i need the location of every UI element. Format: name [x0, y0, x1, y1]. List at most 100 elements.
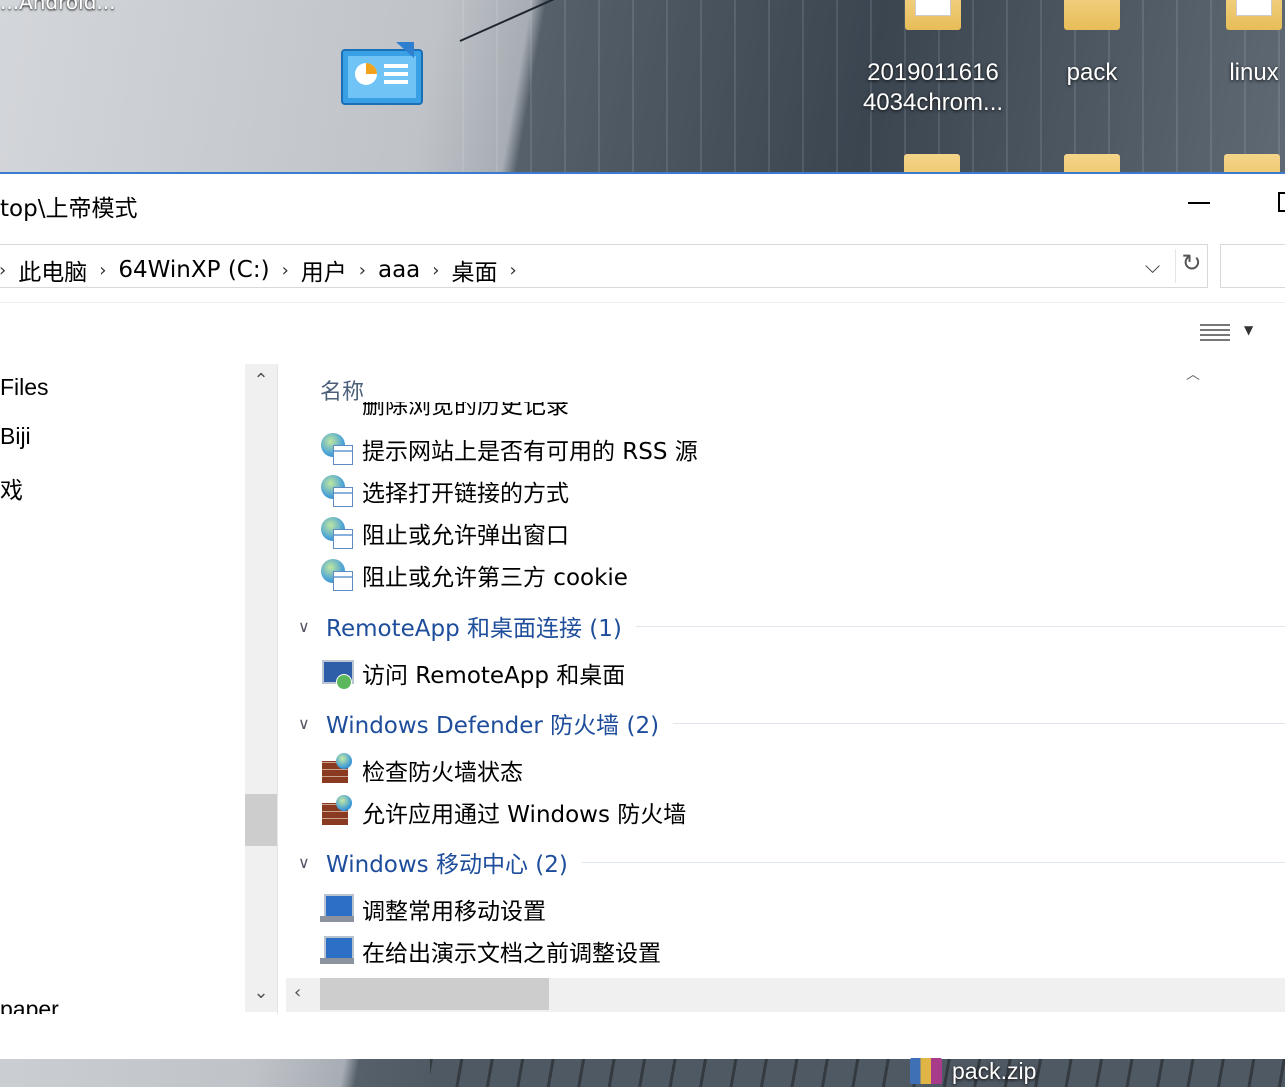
list-item[interactable]: 在给出演示文档之前调整设置 [320, 932, 661, 970]
breadcrumb-this-pc[interactable]: 此电脑 [6, 253, 99, 287]
internet-options-icon [320, 474, 354, 508]
desktop-icon-label: 2019011616 [867, 59, 999, 86]
details-view-icon[interactable] [1200, 321, 1230, 347]
scroll-thumb[interactable] [245, 794, 277, 846]
desktop-folder-partial[interactable] [1062, 154, 1122, 174]
list-item-label: 选择打开链接的方式 [362, 481, 569, 507]
list-item-label: 删除浏览的历史记录 [362, 402, 569, 419]
list-item-label: 在给出演示文档之前调整设置 [362, 941, 661, 967]
list-item-label: 检查防火墙状态 [362, 760, 523, 786]
desktop-folder-linux[interactable]: linux [1214, 0, 1285, 88]
mobility-center-icon [320, 934, 354, 968]
list-item-label: 访问 RemoteApp 和桌面 [362, 663, 626, 689]
scroll-up-icon[interactable]: ⌃ [245, 370, 277, 391]
breadcrumb: › 此电脑 › 64WinXP (C:) › 用户 › aaa › 桌面 › [0, 253, 517, 287]
control-panel-icon[interactable] [340, 40, 426, 106]
address-bar[interactable]: › 此电脑 › 64WinXP (C:) › 用户 › aaa › 桌面 › ⌵… [0, 244, 1208, 288]
group-header-label: RemoteApp 和桌面连接 (1) [326, 616, 622, 642]
content-area: Files Biji 戏 paper ⌃ ⌄ 名称 ︿ 删除浏览的历史记录 提示… [0, 364, 1285, 1014]
window-title: top\上帝模式 [0, 196, 138, 222]
group-header-remoteapp[interactable]: ∨ RemoteApp 和桌面连接 (1) [298, 606, 1285, 646]
archive-icon [910, 1058, 942, 1084]
chevron-down-icon[interactable]: ∨ [298, 714, 326, 733]
remote-desktop-icon [320, 656, 354, 690]
minimize-button[interactable] [1188, 202, 1210, 204]
list-item[interactable]: 调整常用移动设置 [320, 890, 546, 928]
chevron-right-icon[interactable]: › [282, 260, 289, 281]
explorer-window: top\上帝模式 › 此电脑 › 64WinXP (C:) › 用户 › aaa… [0, 172, 1285, 1059]
chevron-right-icon[interactable]: › [432, 260, 439, 281]
chevron-right-icon[interactable]: › [359, 260, 366, 281]
breadcrumb-drive-c[interactable]: 64WinXP (C:) [106, 257, 281, 283]
desktop-folder-chrome[interactable]: 2019011616 4034chrom... [855, 0, 1011, 118]
list-item-label: 允许应用通过 Windows 防火墙 [362, 802, 687, 828]
nav-item-game[interactable]: 戏 [0, 471, 23, 505]
group-divider [635, 625, 1285, 627]
list-item[interactable]: 删除浏览的历史记录 [320, 402, 820, 422]
folder-icon [1064, 0, 1120, 30]
folder-icon [1064, 154, 1120, 174]
list-item[interactable]: 阻止或允许弹出窗口 [320, 514, 569, 552]
caret-down-icon[interactable]: ▼ [1244, 323, 1253, 337]
desktop-zip-file[interactable]: pack.zip [910, 1056, 1036, 1086]
breadcrumb-desktop[interactable]: 桌面 [439, 253, 509, 287]
group-header-firewall[interactable]: ∨ Windows Defender 防火墙 (2) [298, 703, 1285, 743]
list-item-label: 阻止或允许第三方 cookie [362, 565, 628, 591]
address-row: › 此电脑 › 64WinXP (C:) › 用户 › aaa › 桌面 › ⌵… [0, 232, 1285, 302]
list-item-label: 提示网站上是否有可用的 RSS 源 [362, 439, 698, 465]
file-list: 名称 ︿ 删除浏览的历史记录 提示网站上是否有可用的 RSS 源 选择打开链接的… [286, 364, 1285, 1014]
breadcrumb-users[interactable]: 用户 [289, 253, 359, 287]
desktop-icon-label: 4034chrom... [862, 89, 1004, 116]
desktop-cut-text: ...Android... [0, 0, 116, 14]
desktop-folder-pack[interactable]: pack [1050, 0, 1134, 88]
group-header-label: Windows Defender 防火墙 (2) [326, 713, 660, 739]
group-divider [581, 861, 1285, 863]
refresh-icon[interactable]: ↻ [1175, 249, 1207, 283]
scroll-thumb[interactable] [320, 978, 549, 1010]
title-bar: top\上帝模式 [0, 174, 1285, 232]
mobility-center-icon [320, 892, 354, 926]
list-item-label: 阻止或允许弹出窗口 [362, 523, 569, 549]
list-item[interactable]: 选择打开链接的方式 [320, 472, 569, 510]
firewall-icon [320, 753, 354, 787]
internet-options-icon [320, 516, 354, 550]
breadcrumb-aaa[interactable]: aaa [366, 257, 432, 283]
sort-up-icon: ︿ [1186, 367, 1200, 383]
chevron-right-icon[interactable]: › [509, 260, 516, 281]
firewall-icon [320, 795, 354, 829]
list-item[interactable]: 检查防火墙状态 [320, 751, 523, 789]
nav-scrollbar[interactable]: ⌃ ⌄ [245, 364, 277, 1012]
wallpaper-bottom [430, 1058, 1285, 1087]
folder-icon [1224, 154, 1280, 174]
chevron-down-icon[interactable]: ⌵ [1145, 254, 1160, 278]
internet-options-icon [320, 432, 354, 466]
view-toolbar: ▼ [0, 302, 1285, 366]
scroll-left-icon[interactable]: ‹ [294, 982, 301, 1003]
search-input[interactable] [1220, 244, 1285, 288]
desktop-icon-label: pack.zip [952, 1057, 1037, 1084]
navigation-pane: Files Biji 戏 paper ⌃ ⌄ [0, 364, 278, 1014]
list-item[interactable]: 允许应用通过 Windows 防火墙 [320, 793, 686, 831]
desktop-icon-label: linux [1229, 59, 1279, 86]
chevron-down-icon[interactable]: ∨ [298, 853, 326, 872]
folder-icon [1226, 0, 1282, 30]
chevron-down-icon[interactable]: ∨ [298, 617, 326, 636]
desktop-folder-partial[interactable] [902, 154, 962, 174]
maximize-button[interactable] [1278, 192, 1285, 212]
group-divider [673, 722, 1285, 724]
list-item[interactable]: 阻止或允许第三方 cookie [320, 556, 628, 594]
nav-item-paper[interactable]: paper [0, 996, 59, 1014]
horizontal-scrollbar[interactable]: ‹ [286, 978, 1285, 1012]
scroll-down-icon[interactable]: ⌄ [245, 982, 277, 1003]
folder-icon [904, 154, 960, 174]
nav-item-files[interactable]: Files [0, 374, 49, 401]
list-item[interactable]: 提示网站上是否有可用的 RSS 源 [320, 430, 698, 468]
list-item-label: 调整常用移动设置 [362, 899, 546, 925]
folder-icon [905, 0, 961, 30]
list-item[interactable]: 访问 RemoteApp 和桌面 [320, 654, 625, 692]
group-header-mobility[interactable]: ∨ Windows 移动中心 (2) [298, 842, 1285, 882]
group-header-label: Windows 移动中心 (2) [326, 852, 568, 878]
chevron-right-icon[interactable]: › [99, 260, 106, 281]
desktop-folder-partial[interactable] [1222, 154, 1282, 174]
nav-item-biji[interactable]: Biji [0, 423, 31, 450]
